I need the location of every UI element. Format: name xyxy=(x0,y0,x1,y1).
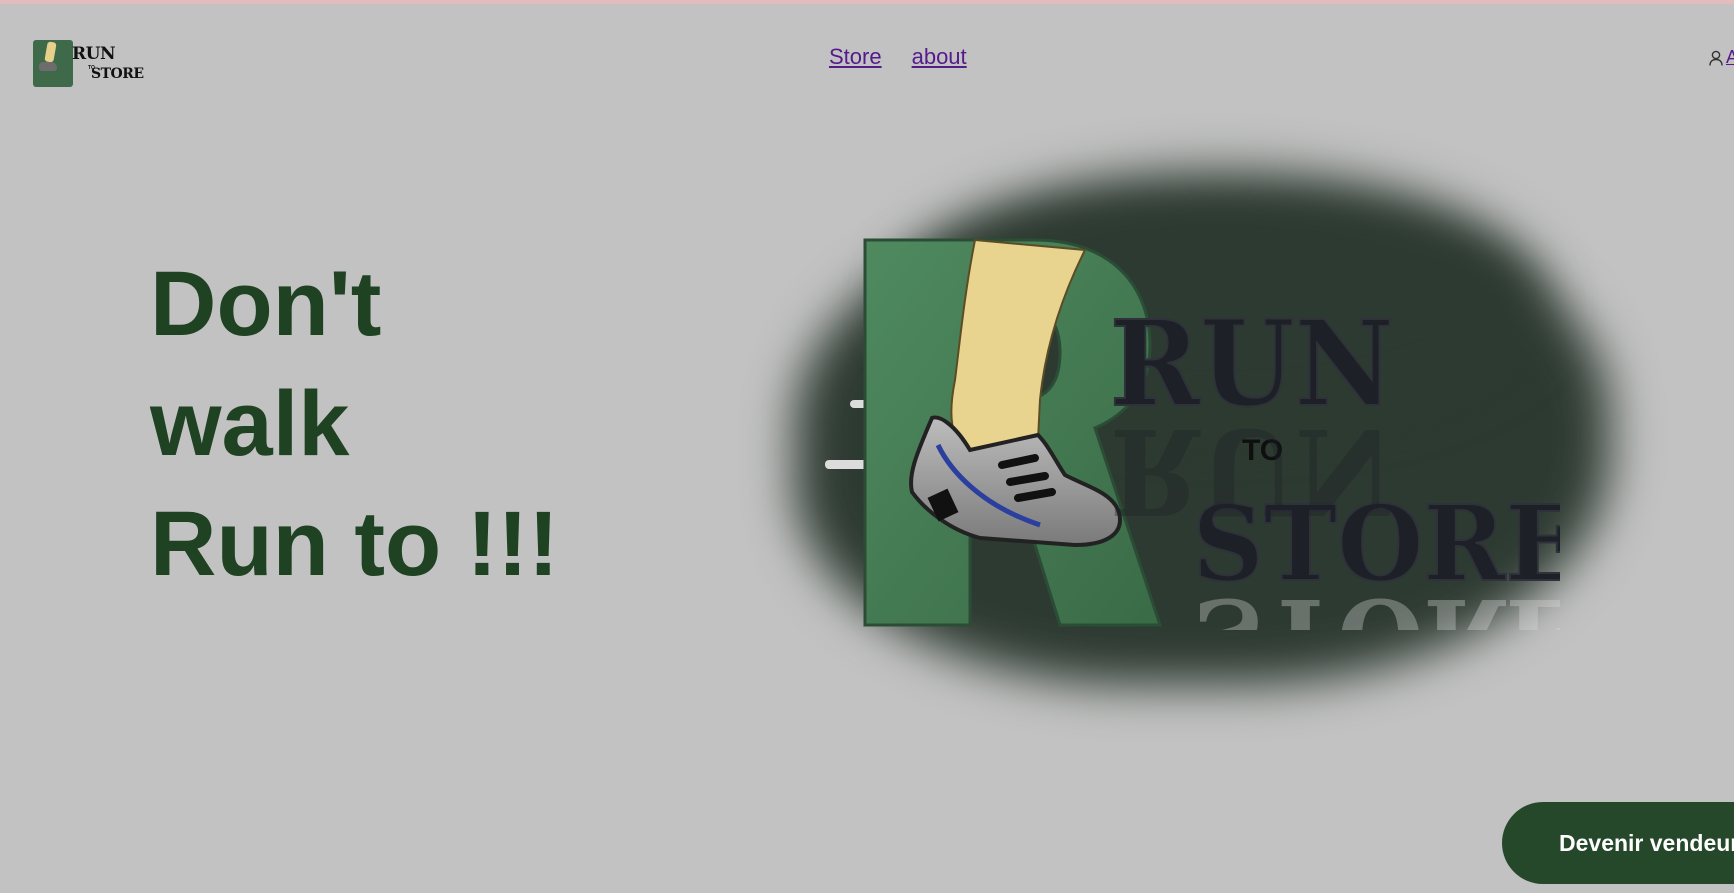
become-seller-label: Devenir vendeur xyxy=(1559,829,1734,856)
logo-word-store-reflection: STORE xyxy=(1192,575,1560,630)
account-link[interactable]: A xyxy=(1709,47,1734,68)
hero-title-line: Run to !!! xyxy=(150,493,559,595)
window-top-edge xyxy=(0,0,1734,4)
logo-word-run: RUN xyxy=(72,44,116,64)
account-label: A xyxy=(1726,47,1734,67)
logo-shoe-icon xyxy=(39,62,57,71)
logo-word-store: STORE xyxy=(91,66,144,82)
hero-title-line: Don't xyxy=(150,253,382,355)
logo-word-run-reflection: RUN xyxy=(1110,402,1394,540)
run-to-store-logo: RUN TO STORE RUN STORE xyxy=(863,238,1560,630)
main-nav: Store about xyxy=(829,44,967,70)
hero-title: Don't walk Run to !!! xyxy=(150,244,559,604)
user-icon xyxy=(1709,50,1723,66)
nav-link-store[interactable]: Store xyxy=(829,44,882,70)
hero-title-line: walk xyxy=(150,373,350,475)
become-seller-button[interactable]: Devenir vendeur xyxy=(1502,802,1734,884)
site-logo[interactable]: RUN TO STORE xyxy=(33,40,145,88)
nav-link-about[interactable]: about xyxy=(912,44,967,70)
